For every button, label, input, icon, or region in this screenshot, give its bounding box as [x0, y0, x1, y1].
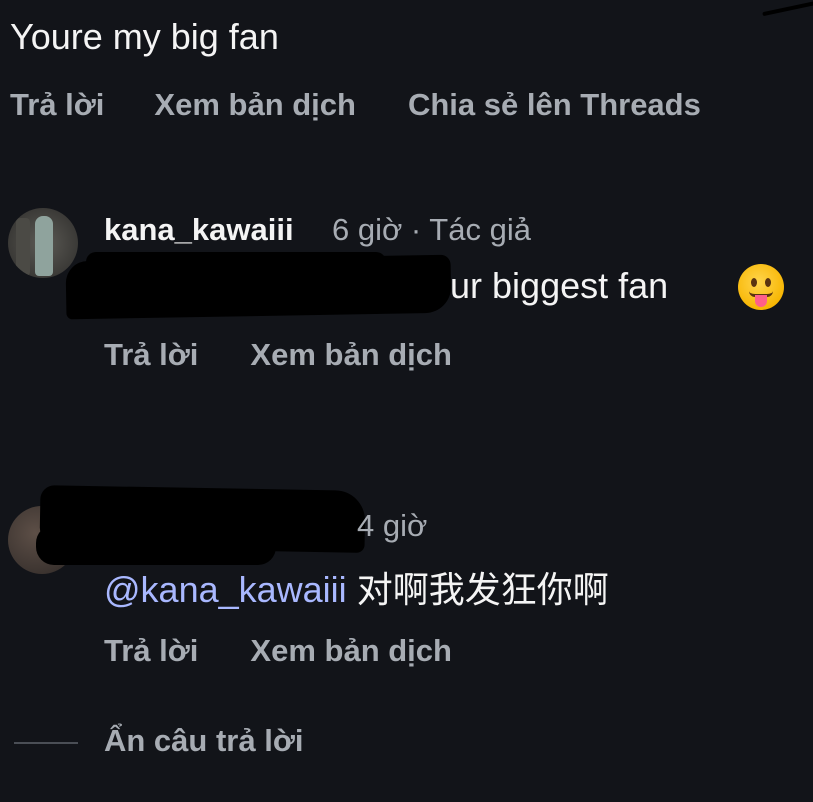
comment-text: Youre my big fan	[10, 16, 279, 57]
comment-body: 对啊我发狂你啊	[356, 569, 609, 610]
comment-meta: 4 giờ	[357, 508, 428, 543]
avatar-image-detail	[16, 218, 30, 276]
redaction-mark	[86, 252, 386, 272]
comment-meta: 6 giờ · Tác giả	[332, 212, 531, 247]
reply-button[interactable]: Trả lời	[104, 633, 198, 669]
redaction-mark	[762, 0, 813, 17]
comment-text: @kana_kawaiii 对啊我发狂你啊	[104, 561, 609, 613]
comments-thread: Youre my big fan Trả lời Xem bản dịch Ch…	[0, 0, 813, 802]
reply-button[interactable]: Trả lời	[10, 87, 104, 123]
avatar-image-detail	[35, 216, 53, 276]
comment-actions: Trả lời Xem bản dịch Chia sẻ lên Threads	[10, 87, 701, 123]
translate-button[interactable]: Xem bản dịch	[250, 337, 452, 373]
translate-button[interactable]: Xem bản dịch	[154, 87, 356, 123]
share-to-threads-button[interactable]: Chia sẻ lên Threads	[408, 87, 701, 123]
redaction-mark	[36, 525, 276, 565]
username[interactable]: kana_kawaiii	[104, 212, 294, 248]
tongue-emoji-icon	[738, 264, 784, 310]
comment-actions: Trả lời Xem bản dịch	[104, 337, 452, 373]
divider	[14, 742, 78, 744]
comment-actions: Trả lời Xem bản dịch	[104, 633, 452, 669]
mention-link[interactable]: @kana_kawaiii	[104, 569, 347, 610]
translate-button[interactable]: Xem bản dịch	[250, 633, 452, 669]
avatar[interactable]	[8, 208, 78, 278]
reply-button[interactable]: Trả lời	[104, 337, 198, 373]
hide-replies-button[interactable]: Ẩn câu trả lời	[104, 723, 303, 759]
